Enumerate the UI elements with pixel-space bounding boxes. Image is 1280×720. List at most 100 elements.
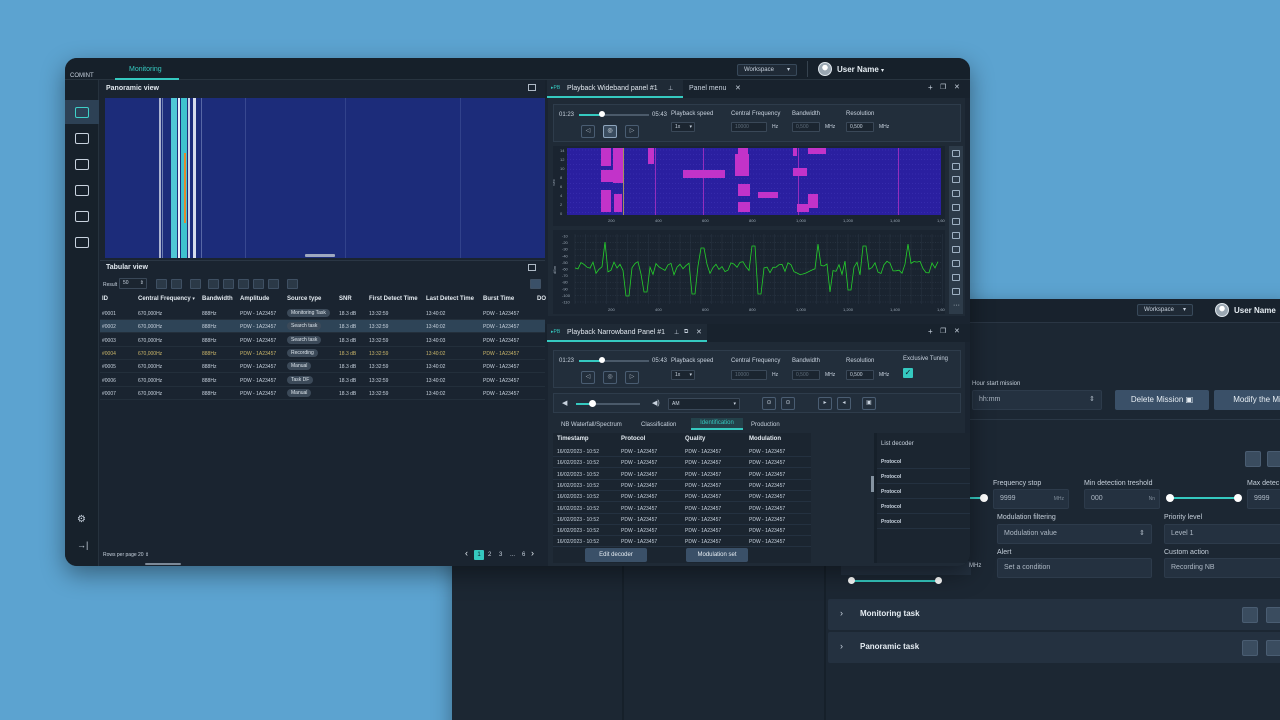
scrollbar[interactable]	[145, 563, 181, 565]
list-item[interactable]: 16/02/2023 - 10:52 PDW - 1A23457 PDW - 1A2…	[553, 536, 811, 548]
record-icon[interactable]: ⊙	[762, 397, 776, 410]
rewind-icon[interactable]: ◁	[581, 125, 595, 138]
col-burst-time[interactable]: Burst Time	[483, 296, 514, 302]
history-icon[interactable]	[171, 279, 182, 289]
volume-low-icon[interactable]: ◀	[562, 399, 567, 407]
sort-icon[interactable]: ▾	[192, 296, 195, 302]
fit-icon[interactable]	[952, 163, 960, 170]
more-icon[interactable]: ···	[953, 302, 960, 309]
modify-mission-button[interactable]: Modify the Mis	[1214, 390, 1280, 410]
col-id[interactable]: ID	[102, 296, 108, 302]
play-circle-icon[interactable]	[1242, 607, 1258, 623]
splitter-handle[interactable]	[871, 476, 874, 492]
popout-icon[interactable]: ⧉	[684, 329, 688, 336]
volume-handle[interactable]	[589, 400, 596, 407]
detection-slider[interactable]	[1168, 497, 1238, 499]
save-icon[interactable]: ▣	[862, 397, 876, 410]
min-detection-input[interactable]: 000 Nn	[1084, 489, 1160, 509]
pause-icon[interactable]: ◎	[603, 125, 617, 138]
col-quality[interactable]: Quality	[685, 436, 705, 442]
decoder-list-item[interactable]: Protocol1	[877, 455, 970, 469]
user-name[interactable]: User Name	[1234, 306, 1276, 315]
monitor-icon[interactable]	[75, 237, 89, 248]
res-input[interactable]: 0,500	[846, 370, 874, 380]
color-icon[interactable]	[952, 274, 960, 281]
table-row[interactable]: #0007 670,000Hz 888Hz PDW - 1A23457 Manual 18…	[100, 387, 545, 400]
modulation-set-button[interactable]: Modulation set	[686, 548, 748, 562]
pin-icon[interactable]: ⊥	[674, 329, 679, 336]
table-row[interactable]: #0002 670,000Hz 888Hz PDW - 1A23457 Search t…	[100, 320, 545, 334]
col-timestamp[interactable]: Timestamp	[557, 436, 589, 442]
col-last-detect[interactable]: Last Detect Time	[426, 296, 474, 302]
list-item[interactable]: 16/02/2023 - 10:52 PDW - 1A23457 PDW - 1A2…	[553, 525, 811, 537]
forward-icon[interactable]: ▷	[625, 125, 639, 138]
tab-monitoring[interactable]: Monitoring	[129, 66, 162, 73]
max-detection-input[interactable]: 9999	[1247, 489, 1280, 509]
timeline-handle[interactable]	[599, 111, 605, 117]
close-icon[interactable]: ✕	[696, 328, 702, 336]
filter-icon[interactable]	[190, 279, 201, 289]
forward-icon[interactable]: ▷	[625, 371, 639, 384]
table-row[interactable]: #0003 670,000Hz 888Hz PDW - 1A23457 Search t…	[100, 334, 545, 347]
list-item[interactable]: 16/02/2023 - 10:52 PDW - 1A23457 PDW - 1A2…	[553, 514, 811, 525]
speed-select[interactable]: 1x ▾	[671, 122, 695, 132]
slider-handle[interactable]	[935, 577, 942, 584]
trash-icon[interactable]	[287, 279, 298, 289]
split-icon[interactable]	[238, 279, 249, 289]
close-icon[interactable]: ✕	[954, 83, 960, 91]
filter-funnel-icon[interactable]	[530, 279, 541, 289]
chevron-right-icon[interactable]: ›	[840, 608, 843, 618]
decoder-list-item[interactable]: Protocol2	[877, 470, 970, 484]
table-row[interactable]: #0006 670,000Hz 888Hz PDW - 1A23457 Task DF 1…	[100, 374, 545, 387]
col-central-frequency[interactable]: Central Frequency ▾	[138, 296, 195, 302]
alert-input[interactable]: Set a condition	[997, 558, 1152, 578]
tab-panel-menu[interactable]: Panel menu	[689, 85, 726, 92]
user-name[interactable]: User Name ▾	[837, 65, 884, 74]
avatar[interactable]	[818, 62, 832, 76]
page-6[interactable]: 6	[522, 552, 525, 558]
custom-action-input[interactable]: Recording NB	[1164, 558, 1280, 578]
hide-icon[interactable]	[223, 279, 234, 289]
close-icon[interactable]: ✕	[735, 84, 741, 92]
play-circle-icon[interactable]	[1245, 451, 1261, 467]
freq-stop-input[interactable]: 9999 MHz	[993, 489, 1069, 509]
marker-icon[interactable]	[952, 218, 960, 225]
result-select[interactable]: 50 ⇕	[119, 278, 147, 289]
pause-icon[interactable]: ◎	[603, 371, 617, 384]
res-input[interactable]: 0,500	[846, 122, 874, 132]
gear-icon[interactable]: ⚙	[77, 514, 86, 525]
cf-input[interactable]: 10000	[731, 122, 767, 132]
speed-select[interactable]: 1x ▾	[671, 370, 695, 380]
record-circle-icon[interactable]	[1266, 640, 1280, 656]
bw-input[interactable]: 0,500	[792, 122, 820, 132]
slider-handle[interactable]	[848, 577, 855, 584]
columns-icon[interactable]	[253, 279, 264, 289]
decoder-list-item[interactable]: Protocol4	[877, 500, 970, 514]
grid-icon[interactable]	[952, 288, 960, 295]
monitor-icon[interactable]	[75, 211, 89, 222]
modulation-select[interactable]: AM ▾	[668, 398, 740, 410]
measure-icon[interactable]	[952, 246, 960, 253]
hour-start-input[interactable]: hh:mm ⇕	[972, 390, 1102, 410]
slider-handle[interactable]	[980, 494, 988, 502]
record-circle-icon[interactable]	[1267, 451, 1280, 467]
avatar[interactable]	[1215, 303, 1229, 317]
range-slider[interactable]	[852, 580, 938, 582]
export-icon[interactable]	[268, 279, 279, 289]
add-icon[interactable]: +	[928, 327, 933, 336]
list-item[interactable]: 16/02/2023 - 10:52 PDW - 1A23457 PDW - 1A2…	[553, 469, 811, 480]
exclusive-tuning-checkbox[interactable]: ✓	[903, 368, 913, 378]
panoramic-task-row[interactable]: › Panoramic task	[828, 632, 1280, 663]
monitor-icon[interactable]	[75, 107, 89, 118]
close-icon[interactable]: ✕	[954, 327, 960, 335]
mod-filter-select[interactable]: Modulation value ⇕	[997, 524, 1152, 544]
back-icon[interactable]: ◂	[837, 397, 851, 410]
bw-input[interactable]: 0,500	[792, 370, 820, 380]
monitoring-task-row[interactable]: › Monitoring task	[828, 599, 1280, 630]
zoom-icon[interactable]	[952, 176, 960, 183]
link-icon[interactable]	[208, 279, 219, 289]
col-snr[interactable]: SNR	[339, 296, 352, 302]
col-do[interactable]: DO	[537, 296, 546, 302]
chart-icon[interactable]	[952, 260, 960, 267]
decoder-list-item[interactable]: Protocol3	[877, 485, 970, 499]
